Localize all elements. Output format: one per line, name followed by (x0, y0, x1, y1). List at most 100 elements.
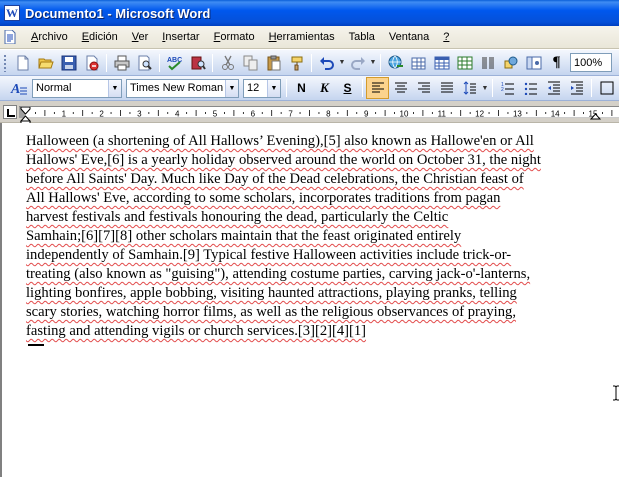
text-line[interactable]: fasting and attending vigils or church s… (26, 322, 592, 341)
borders-button[interactable] (595, 77, 618, 99)
document-page[interactable]: Halloween (a shortening of All Hallows’ … (2, 123, 619, 477)
text-line[interactable]: All Hallows' Eve, according to some scho… (26, 189, 592, 208)
menu-insertar[interactable]: Insertar (155, 28, 206, 47)
tables-borders-button[interactable] (407, 52, 430, 74)
increase-indent-icon (570, 81, 583, 95)
font-combo[interactable]: Times New Roman ▼ (126, 78, 239, 98)
font-dropdown-icon[interactable]: ▼ (225, 79, 238, 97)
horizontal-ruler[interactable]: 1 2 3 4 5 6 7 8 9 10 11 12 13 14 15 (19, 106, 619, 127)
menu-herramientas[interactable]: Herramientas (262, 28, 342, 47)
redo-button[interactable] (346, 52, 369, 74)
menu-archivo[interactable]: Archivo (24, 28, 75, 47)
text-line[interactable]: Samhain;[6][7][8] other scholars maintai… (26, 227, 592, 246)
menu-edicion[interactable]: Edición (75, 28, 125, 47)
align-center-button[interactable] (389, 77, 412, 99)
text-line[interactable]: Hallows' Eve,[6] is a yearly holiday obs… (26, 151, 592, 170)
menu-tabla[interactable]: Tabla (342, 28, 382, 47)
font-size-combo[interactable]: 12 ▼ (243, 78, 281, 98)
bold-button[interactable]: N (290, 77, 313, 99)
show-hide-marks-button[interactable]: ¶ (545, 52, 568, 74)
copy-icon (243, 55, 257, 70)
toolbar-separator (492, 79, 493, 97)
document-map-button[interactable] (522, 52, 545, 74)
text-line[interactable]: before All Saints' Day. Much like Day of… (26, 170, 592, 189)
insert-hyperlink-button[interactable] (384, 52, 407, 74)
align-right-button[interactable] (412, 77, 435, 99)
copy-button[interactable] (239, 52, 262, 74)
menu-formato[interactable]: Formato (207, 28, 262, 47)
menu-bar: Archivo Edición Ver Insertar Formato Her… (0, 26, 619, 49)
style-combo[interactable]: Normal ▼ (32, 78, 122, 98)
text-line[interactable]: independently of Samhain.[9] Typical fes… (26, 246, 592, 265)
ruler-tick-label: 9 (364, 110, 369, 119)
document-map-icon (526, 56, 541, 69)
numbering-button[interactable]: 12 (496, 77, 519, 99)
justify-button[interactable] (435, 77, 458, 99)
new-document-button[interactable] (11, 52, 34, 74)
document-body-text[interactable]: Halloween (a shortening of All Hallows’ … (26, 132, 592, 341)
menu-formato-label: ormato (220, 30, 255, 43)
cut-button[interactable] (216, 52, 239, 74)
align-center-icon (394, 82, 407, 93)
document-menu-icon[interactable] (4, 30, 16, 44)
end-of-document-marker (28, 344, 44, 346)
undo-dropdown[interactable]: ▼ (338, 52, 346, 74)
text-line[interactable]: harvest festivals and festivals honourin… (26, 208, 592, 227)
toolbar-separator (212, 53, 213, 72)
line-spacing-dropdown[interactable]: ▼ (481, 77, 489, 99)
ruler-tick-label: 1 (62, 110, 67, 119)
decrease-indent-button[interactable] (542, 77, 565, 99)
window-title: Documento1 - Microsoft Word (25, 5, 211, 21)
save-button[interactable] (57, 52, 80, 74)
paste-button[interactable] (262, 52, 285, 74)
redo-dropdown[interactable]: ▼ (369, 52, 377, 74)
zoom-combo[interactable]: 100% (570, 53, 612, 72)
text-line[interactable]: lighting bonfires, apple bobbing, visiti… (26, 284, 592, 303)
text-line[interactable]: Halloween (a shortening of All Hallows’ … (26, 132, 592, 151)
menu-archivo-label: rchivo (38, 30, 68, 43)
text-line[interactable]: scary stories, watching horror films, as… (26, 303, 592, 322)
drawing-button[interactable] (499, 52, 522, 74)
italic-button[interactable]: K (313, 77, 336, 99)
undo-arrow-icon (319, 56, 334, 70)
insert-table-button[interactable] (430, 52, 453, 74)
insert-table-icon (434, 56, 449, 69)
insert-excel-button[interactable] (453, 52, 476, 74)
right-indent-marker[interactable] (590, 110, 601, 120)
increase-indent-button[interactable] (565, 77, 588, 99)
ruler-tick-label: 12 (475, 110, 484, 119)
toolbar-grip[interactable] (3, 53, 7, 72)
word-app-icon[interactable]: W (4, 5, 20, 21)
bullets-button[interactable] (519, 77, 542, 99)
format-painter-button[interactable] (285, 52, 308, 74)
styles-formatting-button[interactable]: A (7, 77, 30, 99)
zoom-value: 100% (574, 56, 603, 69)
print-button[interactable] (110, 52, 133, 74)
research-button[interactable] (186, 52, 209, 74)
underline-label: S (343, 81, 352, 95)
toolbar-separator (159, 53, 160, 72)
text-line[interactable]: treating (also known as "guising"), atte… (26, 265, 592, 284)
toolbar-separator (362, 79, 363, 97)
style-dropdown-icon[interactable]: ▼ (108, 79, 121, 97)
tables-borders-icon (411, 57, 425, 69)
columns-icon (481, 57, 494, 68)
menu-ventana[interactable]: Ventana (382, 28, 436, 47)
save-disk-icon (61, 55, 76, 70)
tab-selector-button[interactable] (3, 105, 17, 119)
font-size-dropdown-icon[interactable]: ▼ (267, 79, 280, 97)
underline-button[interactable]: S (336, 77, 359, 99)
open-button[interactable] (34, 52, 57, 74)
redo-arrow-icon (350, 56, 365, 70)
columns-button[interactable] (476, 52, 499, 74)
align-left-button[interactable] (366, 77, 389, 99)
permission-button[interactable] (80, 52, 103, 74)
menu-help[interactable]: ? (436, 28, 456, 47)
line-spacing-button[interactable] (458, 77, 481, 99)
undo-button[interactable] (315, 52, 338, 74)
spelling-button[interactable]: ABC (163, 52, 186, 74)
print-preview-button[interactable] (133, 52, 156, 74)
paragraph-mark-icon: ¶ (552, 54, 561, 70)
italic-label: K (320, 80, 329, 95)
menu-ver[interactable]: Ver (125, 28, 156, 47)
